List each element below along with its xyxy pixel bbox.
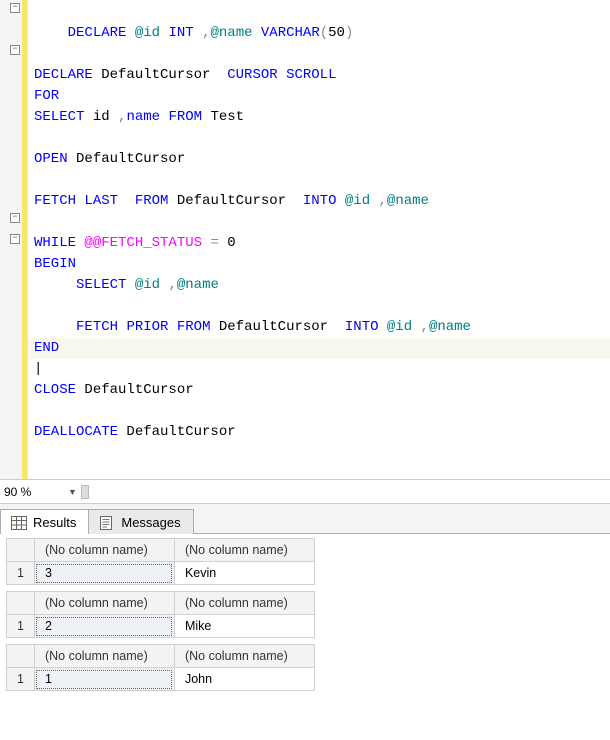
fold-toggle-icon[interactable]: −: [10, 45, 20, 55]
corner-cell[interactable]: [7, 539, 35, 562]
result-grid: (No column name) (No column name) 1 3 Ke…: [6, 538, 315, 585]
results-panel: (No column name) (No column name) 1 3 Ke…: [0, 534, 610, 699]
result-tabs: Results Messages: [0, 504, 610, 534]
cell[interactable]: John: [174, 668, 314, 691]
corner-cell[interactable]: [7, 592, 35, 615]
current-line-highlight: [28, 338, 610, 359]
column-header[interactable]: (No column name): [34, 592, 174, 615]
column-header[interactable]: (No column name): [174, 539, 314, 562]
zoom-toolbar: ▼: [0, 480, 610, 504]
header-row: (No column name) (No column name): [7, 645, 315, 668]
table-row: 1 2 Mike: [7, 615, 315, 638]
fold-toggle-icon[interactable]: −: [10, 213, 20, 223]
table-row: 1 1 John: [7, 668, 315, 691]
sql-editor: − − − − DECLARE @id INT ,@name VARCHAR(5…: [0, 0, 610, 480]
tab-label: Messages: [121, 515, 180, 530]
tab-messages[interactable]: Messages: [88, 509, 193, 534]
result-grid: (No column name) (No column name) 1 1 Jo…: [6, 644, 315, 691]
header-row: (No column name) (No column name): [7, 592, 315, 615]
cell[interactable]: 1: [34, 668, 174, 691]
tab-label: Results: [33, 515, 76, 530]
cell[interactable]: Kevin: [174, 562, 314, 585]
code-text[interactable]: DECLARE @id INT ,@name VARCHAR(50) DECLA…: [28, 0, 610, 479]
fold-toggle-icon[interactable]: −: [10, 3, 20, 13]
zoom-input[interactable]: [4, 485, 64, 499]
row-number[interactable]: 1: [7, 562, 35, 585]
corner-cell[interactable]: [7, 645, 35, 668]
row-number[interactable]: 1: [7, 615, 35, 638]
scroll-thumb[interactable]: [81, 485, 89, 499]
grid-icon: [11, 516, 27, 530]
change-marker: [22, 0, 27, 479]
gutter: − − − −: [0, 0, 28, 479]
result-grid: (No column name) (No column name) 1 2 Mi…: [6, 591, 315, 638]
cell[interactable]: Mike: [174, 615, 314, 638]
tab-results[interactable]: Results: [0, 509, 89, 534]
document-icon: [99, 516, 115, 530]
cell[interactable]: 3: [34, 562, 174, 585]
header-row: (No column name) (No column name): [7, 539, 315, 562]
table-row: 1 3 Kevin: [7, 562, 315, 585]
chevron-down-icon[interactable]: ▼: [68, 487, 77, 497]
column-header[interactable]: (No column name): [34, 645, 174, 668]
column-header[interactable]: (No column name): [34, 539, 174, 562]
cell[interactable]: 2: [34, 615, 174, 638]
row-number[interactable]: 1: [7, 668, 35, 691]
column-header[interactable]: (No column name): [174, 592, 314, 615]
fold-toggle-icon[interactable]: −: [10, 234, 20, 244]
column-header[interactable]: (No column name): [174, 645, 314, 668]
